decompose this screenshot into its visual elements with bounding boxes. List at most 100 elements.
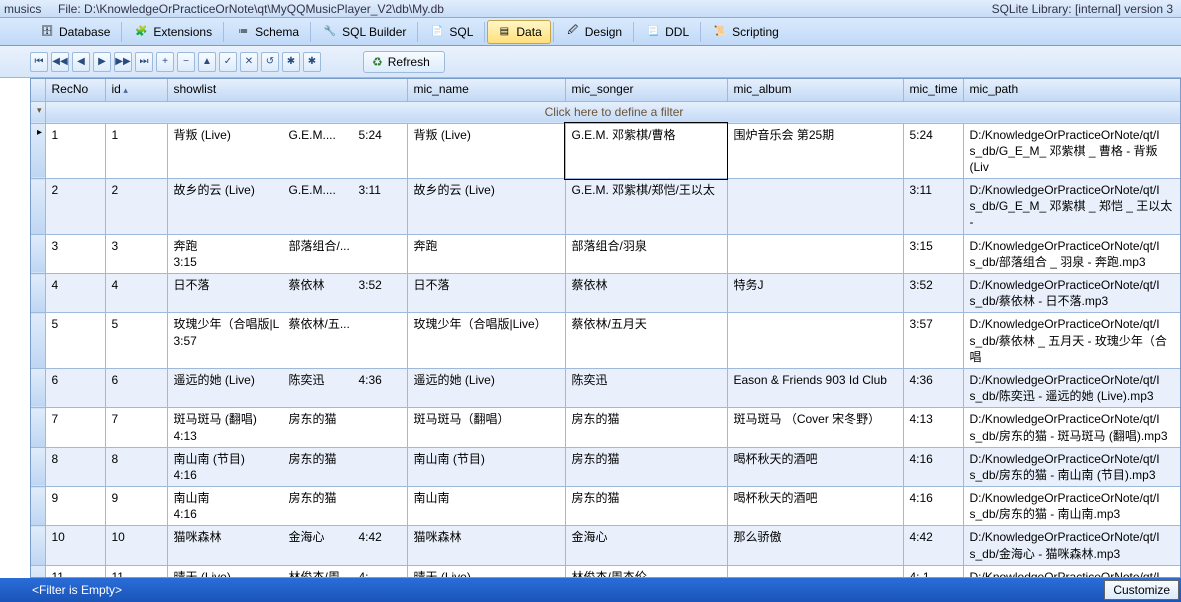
cell-mic-album[interactable]: 特务J: [727, 274, 903, 313]
cell-mic-path[interactable]: D:/KnowledgeOrPracticeOrNote/qt/I s_db/陈…: [963, 368, 1181, 407]
tab-sql-builder[interactable]: 🔧SQL Builder: [313, 20, 415, 44]
cell-mic-path[interactable]: D:/KnowledgeOrPracticeOrNote/qt/I s_db/房…: [963, 408, 1181, 447]
cell-id[interactable]: 10: [105, 526, 167, 565]
nav-refresh-button[interactable]: ↺: [261, 52, 279, 72]
cell-id[interactable]: 1: [105, 123, 167, 179]
cell-recno[interactable]: 11: [45, 565, 105, 578]
nav-last-button[interactable]: ⏭: [135, 52, 153, 72]
cell-mic-name[interactable]: 猫咪森林: [407, 526, 565, 565]
cell-mic-songer[interactable]: 部落组合/羽泉: [565, 234, 727, 273]
col-mic-songer[interactable]: mic_songer: [565, 79, 727, 101]
cell-id[interactable]: 6: [105, 368, 167, 407]
customize-button[interactable]: Customize: [1104, 580, 1179, 600]
cell-mic-time[interactable]: 4:36: [903, 368, 963, 407]
cell-mic-path[interactable]: D:/KnowledgeOrPracticeOrNote/qt/I s_db/金…: [963, 526, 1181, 565]
cell-mic-name[interactable]: 斑马斑马（翻唱）: [407, 408, 565, 447]
cell-showlist[interactable]: 斑马斑马 (翻唱)房东的猫4:13: [167, 408, 407, 447]
cell-showlist[interactable]: 背叛 (Live)G.E.M....5:24: [167, 123, 407, 179]
cell-mic-name[interactable]: 遥远的她 (Live): [407, 368, 565, 407]
table-row[interactable]: 44日不落蔡依林3:52日不落蔡依林特务J3:52D:/KnowledgeOrP…: [31, 274, 1181, 313]
cell-mic-path[interactable]: D:/KnowledgeOrPracticeOrNote/qt/I s_db/房…: [963, 447, 1181, 486]
cell-mic-album[interactable]: [727, 565, 903, 578]
tab-data[interactable]: ▤Data: [487, 20, 550, 44]
cell-mic-path[interactable]: D:/KnowledgeOrPracticeOrNote/qt/I s_db/G…: [963, 179, 1181, 235]
col-mic-name[interactable]: mic_name: [407, 79, 565, 101]
cell-mic-songer[interactable]: G.E.M. 邓紫棋/曹格: [565, 123, 727, 179]
nav-prev-page-button[interactable]: ◀◀: [51, 52, 69, 72]
tab-database[interactable]: 🗄Database: [30, 20, 119, 44]
cell-mic-path[interactable]: D:/KnowledgeOrPracticeOrNote/qt/I s_db/林…: [963, 565, 1181, 578]
cell-mic-time[interactable]: 4:16: [903, 487, 963, 526]
cell-mic-time[interactable]: 3:11: [903, 179, 963, 235]
cell-id[interactable]: 9: [105, 487, 167, 526]
cell-mic-album[interactable]: [727, 313, 903, 369]
cell-mic-name[interactable]: 日不落: [407, 274, 565, 313]
cell-recno[interactable]: 8: [45, 447, 105, 486]
col-mic-album[interactable]: mic_album: [727, 79, 903, 101]
col-showlist[interactable]: showlist: [167, 79, 407, 101]
cell-showlist[interactable]: 南山南 (节目)房东的猫4:16: [167, 447, 407, 486]
col-mic-time[interactable]: mic_time: [903, 79, 963, 101]
cell-showlist[interactable]: 日不落蔡依林3:52: [167, 274, 407, 313]
table-row[interactable]: 99南山南房东的猫4:16南山南房东的猫喝杯秋天的酒吧4:16D:/Knowle…: [31, 487, 1181, 526]
cell-mic-name[interactable]: 奔跑: [407, 234, 565, 273]
table-row[interactable]: 33奔跑部落组合/...3:15奔跑部落组合/羽泉3:15D:/Knowledg…: [31, 234, 1181, 273]
cell-mic-album[interactable]: 围炉音乐会 第25期: [727, 123, 903, 179]
nav-next-button[interactable]: ▶: [93, 52, 111, 72]
table-row[interactable]: 66遥远的她 (Live)陈奕迅4:36遥远的她 (Live)陈奕迅Eason …: [31, 368, 1181, 407]
cell-id[interactable]: 7: [105, 408, 167, 447]
cell-showlist[interactable]: 奔跑部落组合/...3:15: [167, 234, 407, 273]
tab-extensions[interactable]: 🧩Extensions: [124, 20, 221, 44]
cell-mic-songer[interactable]: 金海心: [565, 526, 727, 565]
tab-design[interactable]: 🖉Design: [556, 20, 631, 44]
cell-recno[interactable]: 2: [45, 179, 105, 235]
cell-mic-songer[interactable]: 蔡依林/五月天: [565, 313, 727, 369]
nav-cancel-button[interactable]: ✕: [240, 52, 258, 72]
nav-bookmark-button[interactable]: ✱: [282, 52, 300, 72]
cell-mic-album[interactable]: 喝杯秋天的酒吧: [727, 487, 903, 526]
cell-mic-path[interactable]: D:/KnowledgeOrPracticeOrNote/qt/I s_db/部…: [963, 234, 1181, 273]
cell-recno[interactable]: 5: [45, 313, 105, 369]
cell-recno[interactable]: 7: [45, 408, 105, 447]
cell-showlist[interactable]: 晴天 (Live)林俊杰/周...4:1: [167, 565, 407, 578]
cell-mic-songer[interactable]: G.E.M. 邓紫棋/郑恺/王以太: [565, 179, 727, 235]
cell-id[interactable]: 5: [105, 313, 167, 369]
cell-mic-path[interactable]: D:/KnowledgeOrPracticeOrNote/qt/I s_db/蔡…: [963, 274, 1181, 313]
cell-mic-album[interactable]: [727, 179, 903, 235]
cell-mic-time[interactable]: 5:24: [903, 123, 963, 179]
cell-mic-name[interactable]: 背叛 (Live): [407, 123, 565, 179]
cell-showlist[interactable]: 南山南房东的猫4:16: [167, 487, 407, 526]
col-recno[interactable]: RecNo: [45, 79, 105, 101]
cell-showlist[interactable]: 猫咪森林金海心4:42: [167, 526, 407, 565]
cell-mic-album[interactable]: [727, 234, 903, 273]
cell-id[interactable]: 4: [105, 274, 167, 313]
cell-mic-album[interactable]: 那么骄傲: [727, 526, 903, 565]
nav-next-page-button[interactable]: ▶▶: [114, 52, 132, 72]
filter-row[interactable]: ▾ Click here to define a filter: [31, 101, 1181, 123]
cell-recno[interactable]: 4: [45, 274, 105, 313]
table-row[interactable]: 55玫瑰少年（合唱版|Live）蔡依林/五...3:57玫瑰少年（合唱版|Liv…: [31, 313, 1181, 369]
cell-mic-name[interactable]: 南山南: [407, 487, 565, 526]
refresh-button[interactable]: ♻ Refresh: [363, 51, 445, 73]
tab-ddl[interactable]: 📃DDL: [636, 20, 698, 44]
tab-schema[interactable]: ≔Schema: [226, 20, 308, 44]
nav-edit-button[interactable]: ▲: [198, 52, 216, 72]
nav-insert-button[interactable]: +: [156, 52, 174, 72]
cell-mic-time[interactable]: 4:13: [903, 408, 963, 447]
cell-mic-time[interactable]: 3:15: [903, 234, 963, 273]
cell-recno[interactable]: 10: [45, 526, 105, 565]
cell-mic-songer[interactable]: 林俊杰/周杰伦: [565, 565, 727, 578]
table-row[interactable]: 88南山南 (节目)房东的猫4:16南山南 (节目)房东的猫喝杯秋天的酒吧4:1…: [31, 447, 1181, 486]
cell-mic-name[interactable]: 玫瑰少年（合唱版|Live）: [407, 313, 565, 369]
cell-mic-songer[interactable]: 房东的猫: [565, 408, 727, 447]
col-id[interactable]: id: [105, 79, 167, 101]
table-row[interactable]: 77斑马斑马 (翻唱)房东的猫4:13斑马斑马（翻唱）房东的猫斑马斑马 （Cov…: [31, 408, 1181, 447]
cell-mic-songer[interactable]: 房东的猫: [565, 487, 727, 526]
table-row[interactable]: 1010猫咪森林金海心4:42猫咪森林金海心那么骄傲4:42D:/Knowled…: [31, 526, 1181, 565]
nav-bookmark-add-button[interactable]: ✱: [303, 52, 321, 72]
cell-showlist[interactable]: 遥远的她 (Live)陈奕迅4:36: [167, 368, 407, 407]
cell-showlist[interactable]: 故乡的云 (Live)G.E.M....3:11: [167, 179, 407, 235]
cell-mic-songer[interactable]: 房东的猫: [565, 447, 727, 486]
nav-delete-button[interactable]: −: [177, 52, 195, 72]
cell-recno[interactable]: 3: [45, 234, 105, 273]
